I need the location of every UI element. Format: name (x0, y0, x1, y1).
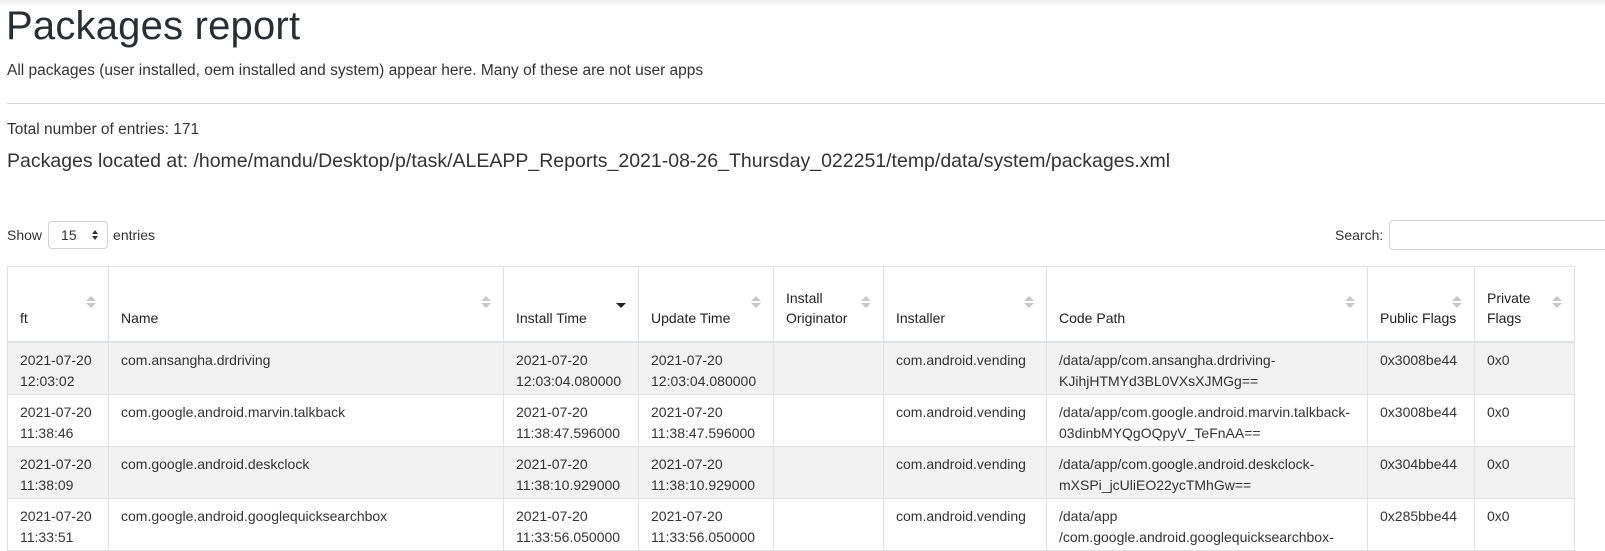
sort-icon (86, 296, 96, 310)
sort-icon (1452, 296, 1462, 310)
column-header[interactable]: Install Originator (773, 266, 884, 343)
table-cell (773, 445, 884, 499)
table-cell: 2021-07-20 12:03:04.080000 (638, 341, 774, 395)
show-label: Show (7, 227, 43, 243)
sort-icon (861, 296, 871, 310)
entries-length-control: Show 15 entries (7, 220, 155, 250)
column-header[interactable]: Installer (883, 266, 1047, 343)
total-entries: Total number of entries: 171 (7, 121, 200, 138)
column-header[interactable]: Name (108, 266, 504, 343)
table-cell: 2021-07-20 11:38:10.929000 (638, 445, 774, 499)
table-cell: 0x3008be44 (1367, 393, 1475, 447)
table-cell: 2021-07-20 11:33:56.050000 (638, 497, 774, 551)
table-cell (773, 341, 884, 395)
table-cell: /data/app/com.ansangha.drdriving-KJihjHT… (1046, 341, 1368, 395)
search-label: Search: (1335, 227, 1384, 243)
column-header[interactable]: Public Flags (1367, 266, 1475, 343)
entries-per-page-value: 15 (61, 227, 77, 243)
table-cell: 0x285bbe44 (1367, 497, 1475, 551)
column-header-label: Installer (896, 310, 946, 326)
table-cell: /data/app/com.google.android.marvin.talk… (1046, 393, 1368, 447)
table-row: 2021-07-20 11:38:09 com.google.android.de… (7, 445, 1575, 499)
column-header-label: Update Time (651, 310, 731, 326)
table-cell: /data/app/com.google.android.deskclock-m… (1046, 445, 1368, 499)
table-body: 2021-07-20 12:03:02 com.ansangha.drdrivin… (7, 341, 1575, 551)
column-header-label: Code Path (1059, 310, 1126, 326)
sort-icon (481, 296, 491, 310)
table-cell: 0x0 (1474, 445, 1575, 499)
table-cell (773, 393, 884, 447)
table-cell: com.android.vending (883, 497, 1047, 551)
entries-label: entries (113, 227, 156, 243)
header-row: ft Name Install Time Update Time Install Ori… (7, 266, 1575, 343)
table-cell: 2021-07-20 11:33:51 (7, 497, 109, 551)
search-input[interactable] (1389, 220, 1605, 250)
table-cell: 2021-07-20 11:38:47.596000 (503, 393, 639, 447)
table-cell: 0x0 (1474, 341, 1575, 395)
table-cell: 2021-07-20 11:33:56.050000 (503, 497, 639, 551)
sort-desc-icon (616, 296, 626, 310)
table-cell: com.google.android.deskclock (108, 445, 504, 499)
table-header: ft Name Install Time Update Time Install Ori… (7, 266, 1575, 343)
column-header-label: Private Flags (1487, 290, 1531, 326)
table-cell: com.google.android.marvin.talkback (108, 393, 504, 447)
column-header[interactable]: Install Time (503, 266, 639, 343)
table-cell: 2021-07-20 11:38:10.929000 (503, 445, 639, 499)
divider (7, 103, 1605, 104)
column-header[interactable]: Private Flags (1474, 266, 1575, 343)
table-cell: com.ansangha.drdriving (108, 341, 504, 395)
table-cell: com.android.vending (883, 393, 1047, 447)
sort-icon (1552, 296, 1562, 310)
column-header-label: Name (121, 310, 159, 326)
packages-table: ft Name Install Time Update Time Install Ori… (7, 266, 1575, 551)
table-cell: com.google.android.googlequicksearchbox (108, 497, 504, 551)
table-row: 2021-07-20 11:38:46 com.google.android.ma… (7, 393, 1575, 447)
table-row: 2021-07-20 12:03:02 com.ansangha.drdrivin… (7, 341, 1575, 395)
column-header-label: Install Time (516, 310, 587, 326)
column-header-label: ft (20, 310, 28, 326)
table-row: 2021-07-20 11:33:51 com.google.android.go… (7, 497, 1575, 551)
table-cell: 2021-07-20 11:38:47.596000 (638, 393, 774, 447)
table-cell: 0x0 (1474, 497, 1575, 551)
table-cell: 0x304bbe44 (1367, 445, 1475, 499)
sort-icon (1024, 296, 1034, 310)
sort-icon (1345, 296, 1355, 310)
table-cell: 2021-07-20 11:38:46 (7, 393, 109, 447)
sort-icon (751, 296, 761, 310)
entries-per-page-select[interactable]: 15 (48, 221, 109, 249)
page-subtitle: All packages (user installed, oem instal… (7, 62, 704, 79)
table-cell: 2021-07-20 12:03:04.080000 (503, 341, 639, 395)
select-updown-icon (92, 230, 99, 240)
column-header[interactable]: Code Path (1046, 266, 1368, 343)
column-header-label: Public Flags (1380, 310, 1457, 326)
table-cell (773, 497, 884, 551)
table-cell: 0x3008be44 (1367, 341, 1475, 395)
column-header[interactable]: ft (7, 266, 109, 343)
table-cell: 2021-07-20 12:03:02 (7, 341, 109, 395)
column-header[interactable]: Update Time (638, 266, 774, 343)
table-cell: /data/app /com.google.android.googlequic… (1046, 497, 1368, 551)
packages-location: Packages located at: /home/mandu/Desktop… (7, 150, 1171, 172)
table-cell: com.android.vending (883, 445, 1047, 499)
table-cell: com.android.vending (883, 341, 1047, 395)
table-cell: 2021-07-20 11:38:09 (7, 445, 109, 499)
table-cell: 0x0 (1474, 393, 1575, 447)
column-header-label: Install Originator (786, 290, 848, 326)
page-title: Packages report (6, 4, 301, 48)
